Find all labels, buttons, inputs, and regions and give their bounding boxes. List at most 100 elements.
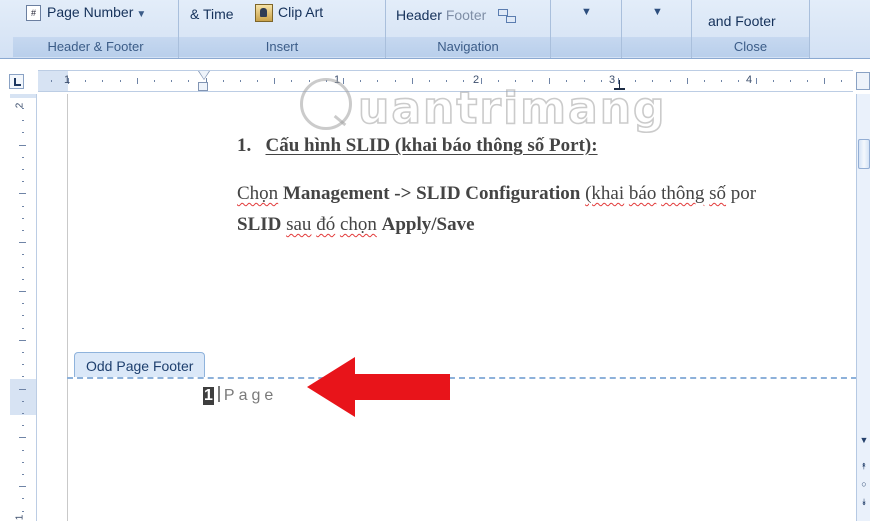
ruler-tick <box>171 80 173 82</box>
heading-word-cau-hinh: Cấu hình <box>265 135 342 156</box>
group-title-insert: Insert <box>179 37 385 57</box>
paragraph-line-1[interactable]: Chọn Management -> SLID Configuration (k… <box>237 183 756 205</box>
ruler-tick <box>325 80 327 82</box>
ruler-tick <box>807 80 809 82</box>
vertical-ruler-tick <box>22 230 24 231</box>
vertical-ruler-tick <box>19 437 26 439</box>
ruler-tick <box>239 80 241 82</box>
go-to-header-label: Header <box>396 7 442 23</box>
ruler-tick <box>549 78 551 84</box>
date-time-label: & Time <box>190 6 234 22</box>
clip-art-button[interactable]: Clip Art <box>255 4 323 23</box>
page-number-button[interactable]: # Page Number ▼ <box>26 4 147 22</box>
heading-line[interactable]: 1. Cấu hình SLID (khai báo thông số Port… <box>237 135 598 157</box>
red-arrow-shape <box>307 357 450 417</box>
ruler-tick <box>514 80 516 82</box>
ruler-number: 2 <box>472 74 480 86</box>
ruler-tick <box>652 80 654 82</box>
vertical-ruler-tick <box>22 425 24 427</box>
vertical-scrollbar[interactable]: ▼ ⯭ ○ ⯯ <box>856 94 870 521</box>
horizontal-ruler[interactable]: 1 2 3 4 1 <box>38 70 853 92</box>
tab-stop-marker[interactable] <box>614 80 625 90</box>
vertical-ruler-tick <box>19 339 26 341</box>
link-to-previous-icon <box>496 9 518 24</box>
tab-selector-button[interactable] <box>9 74 24 89</box>
group-title-close: Close <box>692 37 809 57</box>
vertical-ruler-tick <box>22 474 24 475</box>
vertical-ruler-tick <box>19 144 26 146</box>
vertical-ruler-tick <box>22 400 24 402</box>
ruler-tick <box>566 80 568 82</box>
ruler-tick <box>772 80 774 82</box>
vertical-ruler-tick <box>22 461 24 463</box>
vertical-ruler-tick <box>22 376 24 378</box>
ruler-tick <box>50 80 52 82</box>
ruler-number: 4 <box>745 74 753 86</box>
ruler-tick <box>583 80 585 82</box>
ruler-tick <box>446 80 448 82</box>
vertical-ruler-tick <box>22 205 24 207</box>
ruler-tick <box>377 80 379 82</box>
vertical-ruler-tick <box>19 193 26 195</box>
view-ruler-button[interactable] <box>856 72 870 90</box>
scroll-down-icon[interactable]: ▼ <box>858 434 870 446</box>
word: thông <box>661 183 705 204</box>
first-line-indent-marker-fill <box>199 71 209 79</box>
ribbon: # Page Number ▼ Header & Footer & Time Cli… <box>0 0 870 59</box>
ruler-number: 1 <box>333 74 341 86</box>
date-time-button[interactable]: & Time <box>190 6 234 22</box>
vertical-ruler-tick <box>22 156 24 158</box>
left-indent-marker[interactable] <box>198 82 208 91</box>
go-to-footer-label: Footer <box>445 7 487 23</box>
vertical-ruler[interactable]: 2 1 <box>10 94 37 521</box>
header-footer-group: # Page Number ▼ Header & Footer <box>13 0 179 58</box>
ruler-tick <box>635 80 637 82</box>
ruler-tick <box>136 78 138 84</box>
navigation-group: Header Footer Navigation <box>386 0 551 58</box>
ruler-tick <box>308 80 310 82</box>
chevron-down-icon: ▼ <box>136 9 147 20</box>
vertical-ruler-number: 1 <box>14 514 26 521</box>
ruler-tick <box>721 80 723 82</box>
ruler-tick <box>841 80 843 82</box>
ruler-tick <box>291 80 293 82</box>
previous-page-icon[interactable]: ⯭ <box>858 460 870 472</box>
options-dropdown[interactable]: ▼ <box>581 6 592 18</box>
vertical-ruler-tick <box>22 510 24 512</box>
vertical-ruler-tick <box>19 486 26 488</box>
word: báo <box>628 183 657 204</box>
vertical-ruler-footer-margin <box>10 379 36 415</box>
insert-group: & Time Clip Art Insert <box>179 0 386 58</box>
ruler-tick <box>428 80 430 82</box>
page-number-field[interactable]: 1 <box>203 387 214 405</box>
close-header-footer-label: and Footer <box>708 13 776 29</box>
navigation-header-footer-button[interactable]: Header Footer <box>396 7 518 24</box>
bold-text: Apply/Save <box>381 214 475 235</box>
ruler-tick <box>600 80 602 82</box>
footer-content[interactable]: 1 Page <box>203 386 277 405</box>
odd-page-footer-tab[interactable]: Odd Page Footer <box>74 352 206 377</box>
next-page-icon[interactable]: ⯯ <box>858 496 870 508</box>
paragraph-line-2[interactable]: SLID sau đó chọn Apply/Save <box>237 214 475 236</box>
vertical-ruler-top-margin <box>10 94 36 98</box>
word: por <box>730 183 757 204</box>
scrollbar-thumb[interactable] <box>858 139 870 169</box>
word: chọn <box>339 214 377 235</box>
word: (khai <box>585 183 625 204</box>
bold-text: SLID <box>237 214 282 235</box>
close-header-footer-button[interactable]: and Footer <box>708 13 776 29</box>
ruler-tick <box>497 80 499 82</box>
vertical-ruler-tick <box>22 120 24 122</box>
select-browse-object-icon[interactable]: ○ <box>858 478 870 490</box>
vertical-ruler-tick <box>22 254 24 256</box>
options-group: ▼ <box>551 0 622 58</box>
word: đó <box>316 214 336 235</box>
heading-number: 1. <box>237 135 252 156</box>
position-dropdown[interactable]: ▼ <box>652 6 663 18</box>
vertical-ruler-tick <box>22 266 24 268</box>
group-title-header-footer: Header & Footer <box>13 37 178 57</box>
ruler-number: 3 <box>608 74 616 86</box>
vertical-ruler-tick <box>22 315 24 317</box>
vertical-ruler-tick <box>22 217 24 219</box>
vertical-ruler-tick <box>22 364 24 366</box>
